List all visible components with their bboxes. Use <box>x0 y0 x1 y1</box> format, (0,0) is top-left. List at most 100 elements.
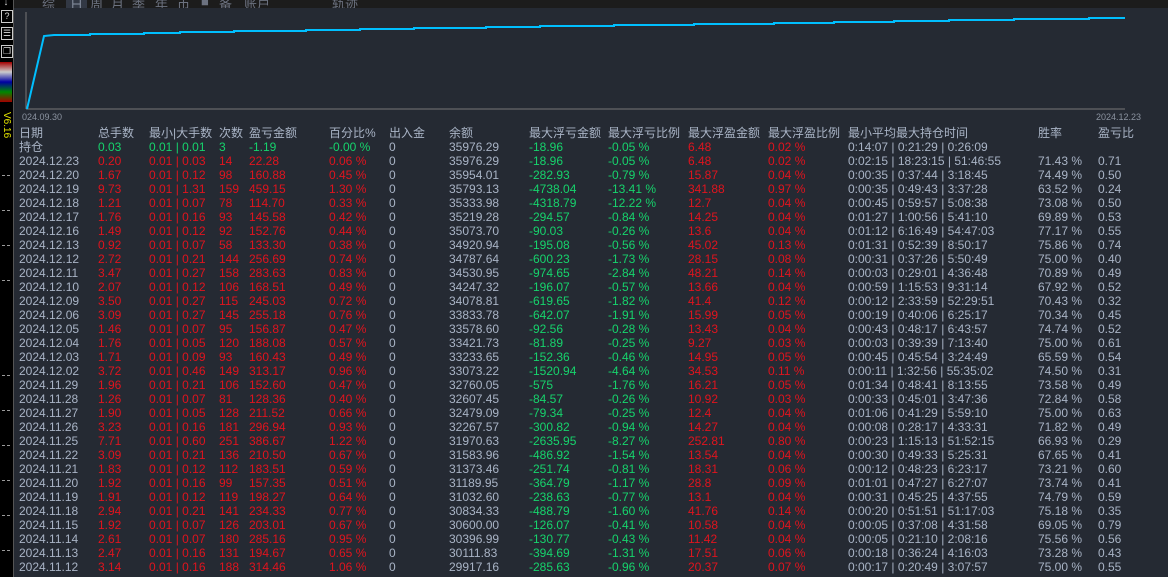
divider <box>2 245 10 246</box>
cell-pnl-ratio: 0.55 <box>1098 560 1122 574</box>
cell-max-float-profit-pct: 0.13 % <box>768 238 806 252</box>
cell-pnl: 210.50 <box>249 448 286 462</box>
cell-in-out: 0 <box>389 210 396 224</box>
tab-5[interactable]: 年 <box>155 0 168 8</box>
cell-max-float-profit: 12.7 <box>688 196 712 210</box>
cell-pnl: 194.67 <box>249 546 286 560</box>
header-percent[interactable]: 百分比% <box>329 126 376 140</box>
cell-win-rate: 77.17 % <box>1038 224 1083 238</box>
header-total-lots[interactable]: 总手数 <box>98 126 134 140</box>
cell-win-rate: 75.86 % <box>1038 238 1083 252</box>
cell-min-max-lots: 0.01 | 0.16 <box>149 420 206 434</box>
header-max-float-profit[interactable]: 最大浮盈金额 <box>688 126 760 140</box>
cell-count: 93 <box>219 210 233 224</box>
header-balance[interactable]: 余额 <box>449 126 473 140</box>
header-pnl-ratio[interactable]: 盈亏比 <box>1098 126 1134 140</box>
cell-max-float-profit-pct: 0.06 % <box>768 546 806 560</box>
cell-date: 2024.12.19 <box>19 182 80 196</box>
help-icon[interactable]: ? <box>1 10 13 23</box>
cell-max-float-profit-pct: 0.14 % <box>768 266 806 280</box>
cell-pnl-ratio: 0.45 <box>1098 308 1122 322</box>
cell-hold-time: 0:14:07 | 0:21:29 | 0:26:09 <box>848 140 988 154</box>
cell-max-float-profit-pct: 0.14 % <box>768 504 806 518</box>
cell-percent: 0.76 % <box>329 308 367 322</box>
cell-max-float-loss: -488.79 <box>529 504 570 518</box>
cell-pnl: 188.08 <box>249 336 286 350</box>
tab-6[interactable]: 币 <box>177 0 190 8</box>
cell-count: 158 <box>219 266 240 280</box>
cell-max-float-profit-pct: 0.04 % <box>768 518 806 532</box>
tab-9[interactable]: 账户 <box>244 0 270 8</box>
header-min-max-lots[interactable]: 最小|大手数 <box>149 126 212 140</box>
cell-in-out: 0 <box>389 504 396 518</box>
header-count[interactable]: 次数 <box>219 126 243 140</box>
cell-max-float-profit: 28.8 <box>688 476 712 490</box>
cell-percent: 0.38 % <box>329 238 367 252</box>
divider <box>2 280 10 281</box>
header-max-float-loss-pct[interactable]: 最大浮亏比例 <box>608 126 680 140</box>
cell-min-max-lots: 0.01 | 0.05 <box>149 336 206 350</box>
cell-balance: 30834.33 <box>449 504 500 518</box>
header-hold-time[interactable]: 最小平均最大持仓时间 <box>848 126 968 140</box>
cell-date: 2024.11.19 <box>19 490 79 504</box>
cell-max-float-loss-pct: -0.28 % <box>608 322 650 336</box>
cell-max-float-loss: -238.63 <box>529 490 570 504</box>
header-max-float-loss[interactable]: 最大浮亏金额 <box>529 126 601 140</box>
cell-max-float-profit-pct: 0.06 % <box>768 462 806 476</box>
cell-count: 95 <box>219 322 233 336</box>
left-toolbar: ↓ ? ☰ ❐ V6.16 <box>0 0 14 577</box>
cell-min-max-lots: 0.01 | 0.12 <box>149 490 206 504</box>
cell-pnl: 314.46 <box>249 560 286 574</box>
cell-total-lots: 1.21 <box>98 196 122 210</box>
tab-2[interactable]: 周 <box>90 0 103 8</box>
cell-balance: 32607.45 <box>449 392 500 406</box>
tab-1[interactable]: 日 <box>66 0 88 8</box>
cell-date: 2024.11.13 <box>19 546 79 560</box>
cell-max-float-loss-pct: -1.17 % <box>608 476 650 490</box>
cell-date: 2024.12.17 <box>19 210 80 224</box>
cell-max-float-profit-pct: 0.03 % <box>768 336 806 350</box>
header-pnl[interactable]: 盈亏金额 <box>249 126 297 140</box>
tab-8[interactable]: 备 <box>219 0 232 8</box>
tab-4[interactable]: 季 <box>132 0 145 8</box>
cell-balance: 34787.64 <box>449 252 500 266</box>
header-max-float-profit-pct[interactable]: 最大浮盈比例 <box>768 126 840 140</box>
cell-in-out: 0 <box>389 168 396 182</box>
cell-max-float-loss: -195.08 <box>529 238 570 252</box>
cell-percent: 1.06 % <box>329 560 367 574</box>
cell-max-float-loss-pct: -0.05 % <box>608 140 650 154</box>
header-date[interactable]: 日期 <box>19 126 43 140</box>
cell-hold-time: 0:00:11 | 1:32:56 | 55:35:02 <box>848 364 994 378</box>
tab-0[interactable]: 综 <box>42 0 55 8</box>
cell-pnl-ratio: 0.56 <box>1098 532 1122 546</box>
cell-hold-time: 0:00:12 | 2:33:59 | 52:29:51 <box>848 294 995 308</box>
divider <box>2 375 10 376</box>
cell-hold-time: 0:01:01 | 0:47:27 | 6:27:07 <box>848 476 988 490</box>
cell-pnl: 296.94 <box>249 420 286 434</box>
header-in-out[interactable]: 出入金 <box>389 126 425 140</box>
cell-total-lots: 1.71 <box>98 350 122 364</box>
cell-hold-time: 0:00:03 | 0:29:01 | 4:36:48 <box>848 266 988 280</box>
cell-percent: 0.65 % <box>329 546 367 560</box>
end-date-label: 2024.12.23 <box>1096 112 1142 122</box>
cell-hold-time: 0:00:45 | 0:59:57 | 5:08:38 <box>848 196 988 210</box>
cell-balance: 31189.95 <box>449 476 499 490</box>
header-win-rate[interactable]: 胜率 <box>1038 126 1062 140</box>
cell-count: 136 <box>219 448 240 462</box>
divider <box>2 445 10 446</box>
download-icon[interactable]: ↓ <box>1 0 11 8</box>
layout-icon[interactable]: ☰ <box>1 27 13 40</box>
window-icon[interactable]: ❐ <box>1 45 13 58</box>
cell-pnl-ratio: 0.54 <box>1098 350 1122 364</box>
cell-count: 112 <box>219 462 239 476</box>
cell-max-float-profit-pct: 0.80 % <box>768 434 806 448</box>
cell-hold-time: 0:00:31 | 0:37:26 | 5:50:49 <box>848 252 988 266</box>
cell-max-float-loss-pct: -0.77 % <box>608 490 650 504</box>
tab-7[interactable]: ■ <box>201 0 209 8</box>
tab-3[interactable]: 月 <box>111 0 124 8</box>
cell-max-float-profit-pct: 0.04 % <box>768 448 806 462</box>
cell-hold-time: 0:00:31 | 0:45:25 | 4:37:55 <box>848 490 988 504</box>
cell-pnl-ratio: 0.58 <box>1098 392 1122 406</box>
cell-min-max-lots: 0.01 | 0.21 <box>149 252 206 266</box>
tab-10[interactable]: 轨迹 <box>332 0 358 8</box>
